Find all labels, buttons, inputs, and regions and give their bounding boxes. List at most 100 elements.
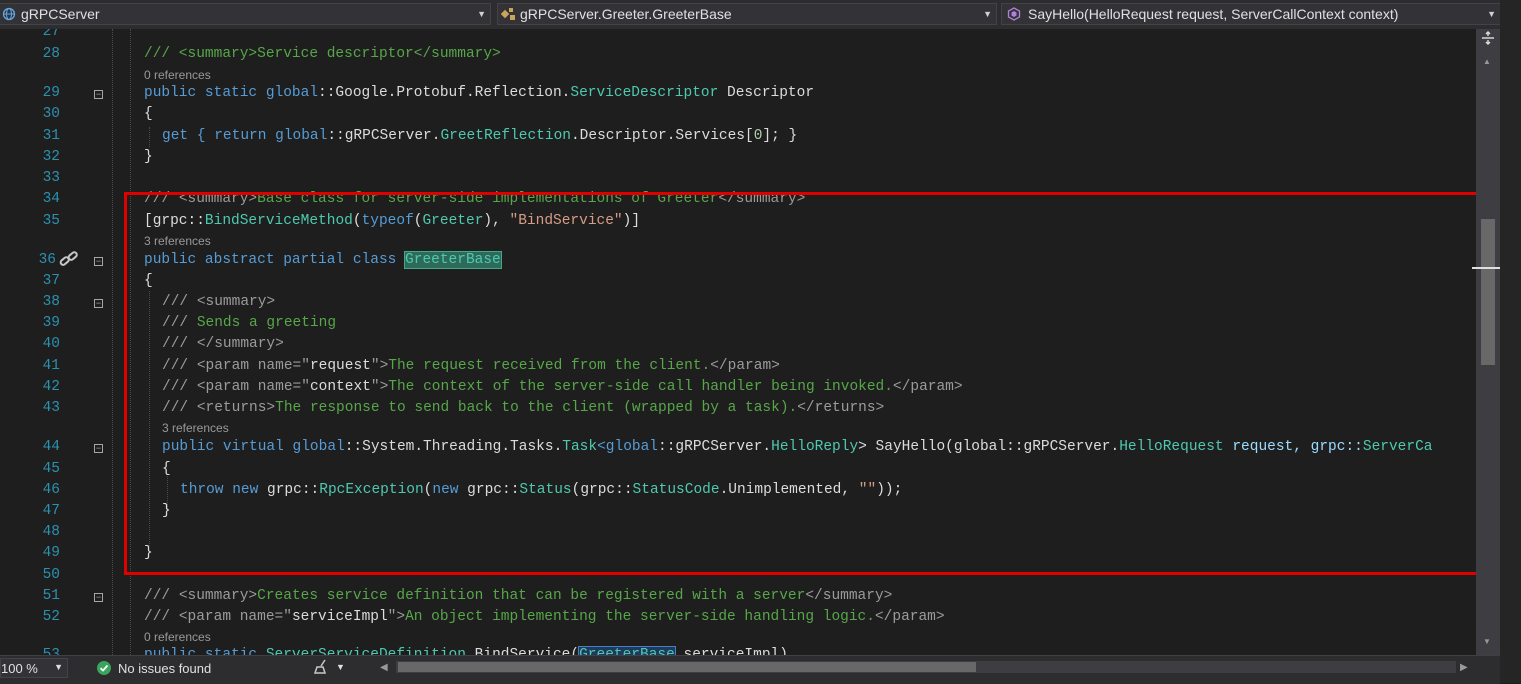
token: /// (144, 609, 179, 625)
indent-guide (149, 127, 150, 147)
token: GreetReflection (440, 128, 571, 144)
class-icon (500, 7, 515, 21)
token: public static global (144, 85, 319, 101)
token: /// (144, 588, 179, 604)
scroll-right-icon[interactable]: ▶ (1460, 662, 1468, 673)
line-number: 27 (42, 29, 60, 40)
issues-status[interactable]: No issues found (118, 661, 211, 676)
zoom-dropdown[interactable]: 100 % ▼ (0, 658, 68, 678)
horizontal-scrollbar[interactable] (396, 661, 1456, 673)
token: </summary> (805, 588, 893, 604)
link-icon[interactable] (58, 250, 80, 275)
token: Descriptor (718, 85, 815, 101)
chevron-down-icon: ▼ (1487, 9, 1496, 19)
line-number: 41 (42, 358, 60, 374)
split-icon[interactable] (1481, 31, 1495, 50)
line-number: 40 (42, 336, 60, 352)
token: ]; } (762, 128, 798, 144)
fold-toggle[interactable]: − (94, 90, 103, 99)
line-number: 30 (42, 106, 60, 122)
chevron-down-icon: ▼ (54, 662, 63, 672)
navigation-bar: gRPCServer ▼ gRPCServer.Greeter.GreeterB… (0, 0, 1521, 30)
type-dropdown[interactable]: gRPCServer.Greeter.GreeterBase ▼ (497, 3, 997, 25)
token: </param> (874, 609, 945, 625)
code-line: public static global::Google.Protobuf.Re… (144, 85, 814, 101)
token: An object implementing the server-side h… (405, 609, 875, 625)
token: ServerServiceDefinition (265, 647, 466, 655)
code-line: public static ServerServiceDefinition Bi… (144, 646, 788, 655)
code-editor[interactable]: 27 28 /// <summary>Service descriptor</s… (0, 29, 1476, 655)
line-number: 42 (42, 379, 60, 395)
scroll-up-icon[interactable]: ▲ (1483, 57, 1491, 66)
code-line: } (144, 149, 153, 165)
codelens-references[interactable]: 0 references (144, 68, 211, 82)
token: serviceImpl (291, 609, 388, 625)
line-number: 35 (42, 213, 60, 229)
code-line: /// <param name="serviceImpl">An object … (144, 609, 945, 625)
code-line: /// <summary>Service descriptor</summary… (144, 46, 501, 62)
chevron-down-icon: ▼ (983, 9, 992, 19)
token: GreeterBase (578, 646, 676, 655)
zoom-label: 100 % (1, 661, 38, 676)
line-number: 34 (42, 191, 60, 207)
vertical-scrollbar[interactable]: ▲ ▼ (1472, 29, 1502, 655)
highlight-box (124, 192, 1476, 575)
indent-guide (112, 29, 113, 655)
method-icon (1007, 7, 1021, 21)
token: <param (178, 609, 240, 625)
fold-toggle[interactable]: − (94, 444, 103, 453)
line-number: 45 (42, 461, 60, 477)
line-number: 49 (42, 545, 60, 561)
token: =" (274, 609, 292, 625)
line-number: 28 (42, 46, 60, 62)
token: ::Google.Protobuf.Reflection. (318, 85, 571, 101)
scroll-left-icon[interactable]: ◀ (380, 662, 388, 673)
token: .Descriptor.Services[ (570, 128, 754, 144)
line-number: 52 (42, 609, 60, 625)
scroll-thumb[interactable] (1481, 219, 1495, 365)
line-number: 46 (42, 482, 60, 498)
project-label: gRPCServer (21, 6, 100, 22)
caret-marker (1472, 267, 1502, 269)
line-number: 32 (42, 149, 60, 165)
token: <summary> (178, 588, 258, 604)
line-number: 39 (42, 315, 60, 331)
fold-toggle[interactable]: − (94, 593, 103, 602)
line-number: 37 (42, 273, 60, 289)
type-label: gRPCServer.Greeter.GreeterBase (520, 6, 732, 22)
editor-status-bar: 100 % ▼ No issues found ▼ ◀ ▶ (0, 655, 1500, 684)
scroll-thumb[interactable] (398, 662, 976, 672)
member-dropdown[interactable]: SayHello(HelloRequest request, ServerCal… (1001, 3, 1501, 25)
broom-icon[interactable] (313, 659, 331, 678)
code-line: /// <summary>Creates service definition … (144, 588, 892, 604)
token: Creates service definition that can be r… (257, 588, 806, 604)
line-number: 38 (42, 294, 60, 310)
token: serviceImpl) (674, 647, 788, 655)
line-number: 36 (38, 252, 56, 268)
fold-toggle[interactable]: − (94, 257, 103, 266)
line-number: 33 (42, 170, 60, 186)
token: get { return global (162, 128, 328, 144)
code-line: get { return global::gRPCServer.GreetRef… (162, 128, 797, 144)
member-label: SayHello(HelloRequest request, ServerCal… (1028, 6, 1399, 22)
globe-icon (2, 7, 16, 21)
line-number: 50 (42, 567, 60, 583)
token: public static (144, 647, 266, 655)
scroll-down-icon[interactable]: ▼ (1483, 637, 1491, 646)
project-dropdown[interactable]: gRPCServer ▼ (0, 3, 491, 25)
token: ServiceDescriptor (570, 85, 719, 101)
fold-toggle[interactable]: − (94, 299, 103, 308)
line-number: 48 (42, 524, 60, 540)
line-number: 29 (42, 85, 60, 101)
line-number: 44 (42, 439, 60, 455)
token: name (239, 609, 275, 625)
line-number: 31 (42, 128, 60, 144)
line-number: 51 (42, 588, 60, 604)
token: "> (387, 609, 406, 625)
chevron-down-icon[interactable]: ▼ (336, 662, 345, 672)
check-circle-icon (96, 660, 112, 679)
code-line: { (144, 106, 153, 122)
side-panel-edge (1500, 0, 1521, 683)
codelens-references[interactable]: 0 references (144, 630, 211, 644)
line-number: 43 (42, 400, 60, 416)
